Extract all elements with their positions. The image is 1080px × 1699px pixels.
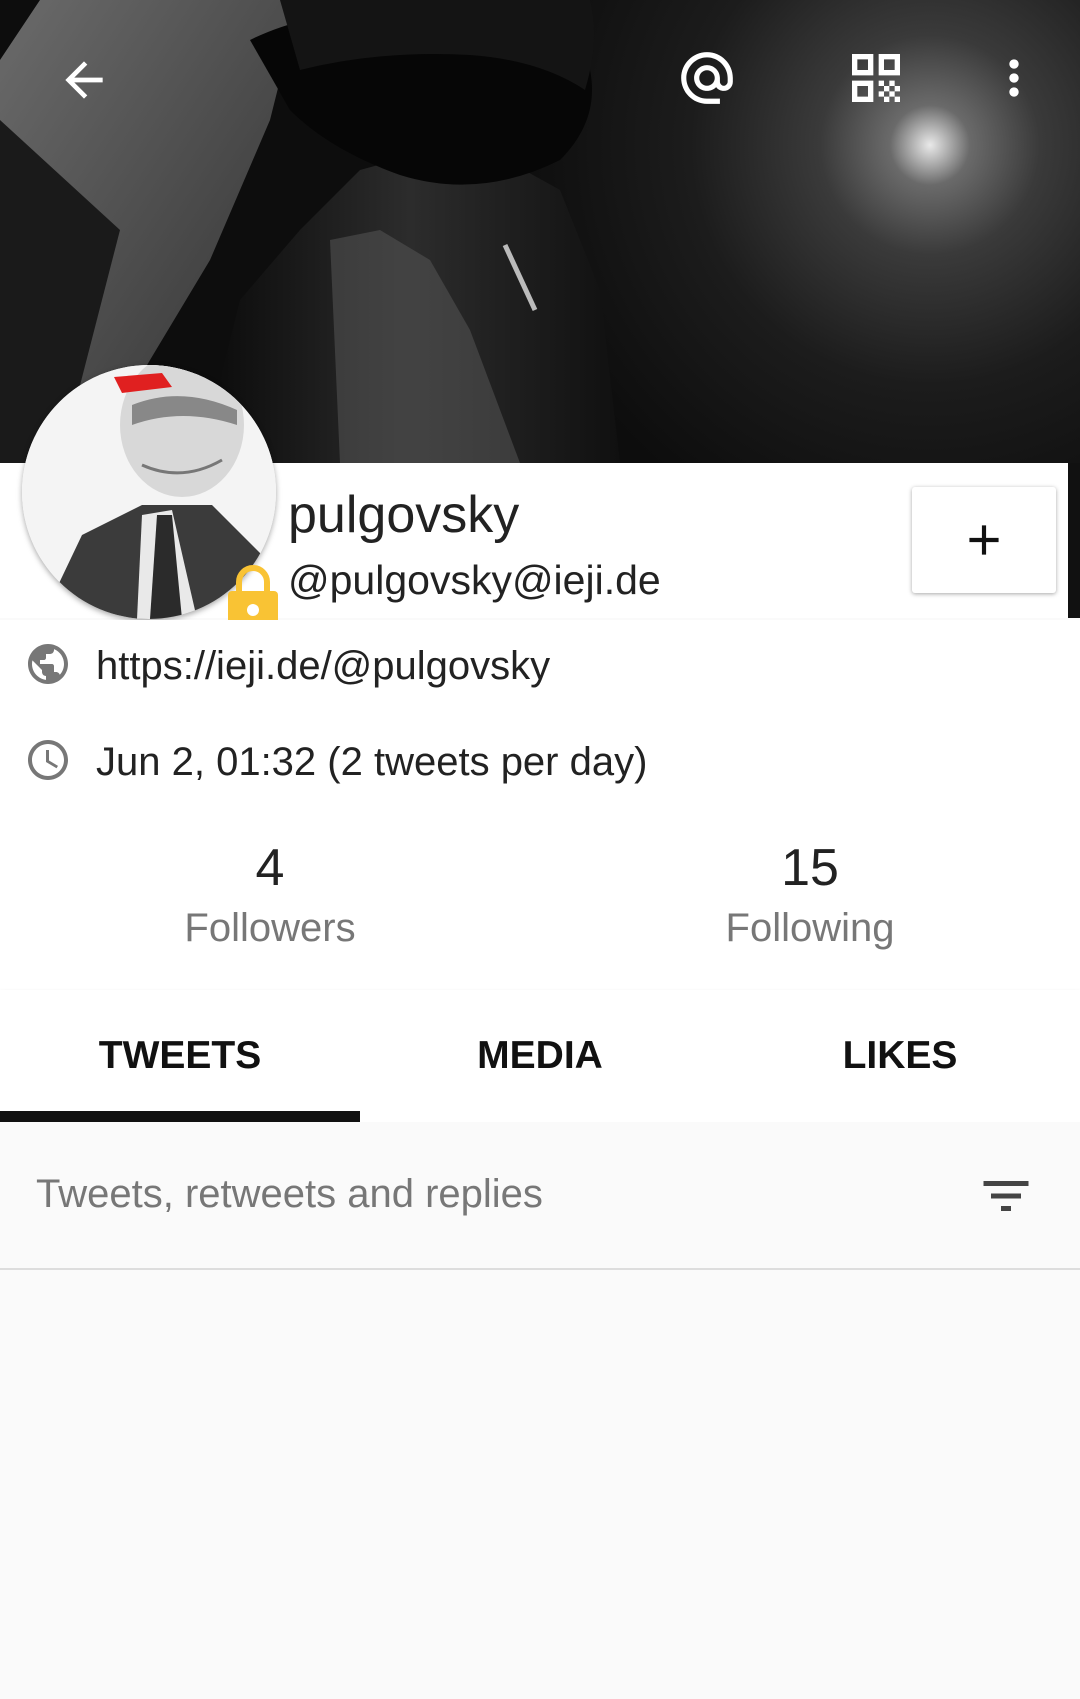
following-count: 15 — [781, 839, 839, 897]
banner-edge — [1068, 463, 1080, 618]
following-label: Following — [725, 906, 895, 950]
qr-code-button[interactable] — [836, 38, 916, 118]
plus-icon — [969, 525, 999, 555]
qr-code-icon — [852, 54, 900, 102]
mention-button[interactable] — [667, 38, 747, 118]
website-row[interactable]: https://ieji.de/@pulgovsky — [0, 620, 1080, 710]
tab-media[interactable]: MEDIA — [360, 990, 720, 1122]
more-options-button[interactable] — [974, 38, 1054, 118]
following-stat[interactable]: 15 Following — [660, 838, 960, 951]
stats-section: 4 Followers 15 Following — [0, 800, 1080, 990]
tab-likes[interactable]: LIKES — [720, 990, 1080, 1122]
active-tab-indicator — [0, 1111, 360, 1122]
account-handle: @pulgovsky@ieji.de — [288, 557, 661, 603]
timeline-empty-area — [0, 1270, 1080, 1699]
timeline-filter-label: Tweets, retweets and replies — [36, 1172, 543, 1216]
followers-stat[interactable]: 4 Followers — [120, 838, 420, 951]
follow-button[interactable] — [912, 487, 1056, 593]
joined-row: Jun 2, 01:32 (2 tweets per day) — [0, 710, 1080, 800]
followers-label: Followers — [184, 906, 356, 950]
at-sign-icon — [681, 52, 733, 104]
arrow-back-icon — [65, 61, 103, 99]
joined-info: Jun 2, 01:32 (2 tweets per day) — [96, 740, 648, 784]
clock-icon — [28, 740, 68, 780]
globe-icon — [28, 644, 68, 684]
profile-tabs: TWEETS MEDIA LIKES — [0, 990, 1080, 1122]
timeline-filter-row[interactable]: Tweets, retweets and replies — [0, 1122, 1080, 1270]
back-button[interactable] — [44, 40, 124, 120]
more-vert-icon — [1009, 59, 1019, 97]
display-name: pulgovsky — [288, 486, 520, 544]
followers-count: 4 — [255, 839, 285, 897]
tab-tweets[interactable]: TWEETS — [0, 990, 360, 1122]
website-link[interactable]: https://ieji.de/@pulgovsky — [96, 644, 550, 689]
filter-list-icon[interactable] — [976, 1166, 1036, 1226]
